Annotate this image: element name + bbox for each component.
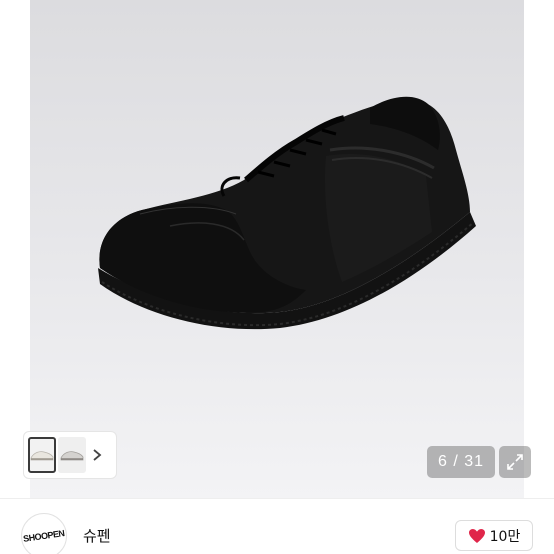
heart-icon [468, 528, 485, 543]
shoe-thumbnail-white [30, 451, 54, 461]
image-page-counter: 6 / 31 [427, 446, 495, 478]
like-button[interactable]: 10만 [455, 520, 533, 551]
seller-name[interactable]: 슈펜 [83, 525, 111, 546]
seller-avatar[interactable]: SHOOPEN [21, 513, 67, 554]
like-count: 10만 [489, 528, 521, 545]
shoe-thumbnail-grey [60, 451, 84, 461]
thumbnail-item[interactable] [58, 437, 86, 473]
seller-logo-text: SHOOPEN [22, 528, 66, 544]
expand-arrows-icon[interactable] [499, 446, 531, 478]
seller-bar: SHOOPEN 슈펜 10만 [0, 498, 554, 554]
product-image-viewer[interactable]: 6 / 31 [0, 0, 554, 498]
chevron-right-icon[interactable] [88, 437, 106, 473]
product-photo-black-sneaker[interactable] [30, 0, 524, 498]
thumbnail-item[interactable] [28, 437, 56, 473]
thumbnail-strip[interactable] [23, 431, 117, 479]
